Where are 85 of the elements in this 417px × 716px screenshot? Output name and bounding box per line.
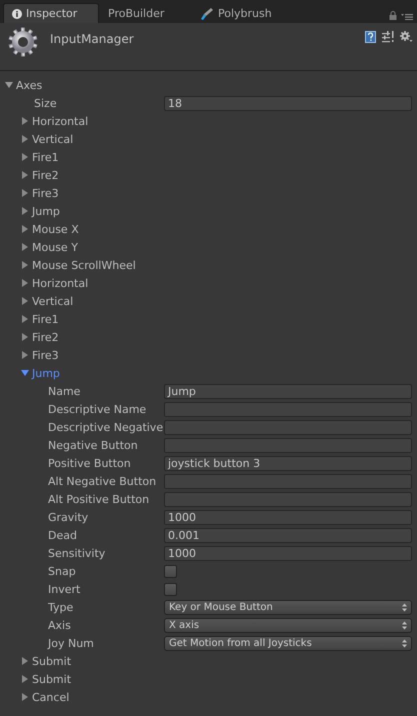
axis-foldout[interactable]: Mouse ScrollWheel	[21, 258, 136, 272]
axis-foldout[interactable]: Horizontal	[21, 114, 88, 128]
text-field[interactable]	[164, 492, 412, 506]
dropdown[interactable]: X axis	[164, 618, 412, 632]
sliders-icon[interactable]	[382, 31, 394, 43]
field-label: Axis	[48, 618, 72, 632]
field-label: Alt Negative Button	[48, 474, 158, 488]
collapsed-arrow-icon	[21, 693, 29, 701]
axis-foldout[interactable]: Submit	[21, 654, 72, 668]
help-icon[interactable]	[365, 31, 376, 43]
collapsed-arrow-icon	[21, 333, 29, 341]
info-icon	[12, 8, 22, 18]
field-label: Snap	[48, 564, 77, 578]
axis-foldout[interactable]: Fire2	[21, 168, 59, 182]
component-title: InputManager	[50, 32, 135, 46]
field-label: Gravity	[48, 510, 90, 524]
field-label: Joy Num	[48, 636, 95, 650]
field-label: Negative Button	[48, 438, 139, 452]
text-field[interactable]	[164, 402, 412, 416]
text-field[interactable]: 1000	[164, 510, 412, 524]
tab[interactable]: ProBuilder	[99, 3, 195, 23]
collapsed-arrow-icon	[21, 171, 29, 179]
gear-icon	[8, 27, 38, 57]
collapsed-arrow-icon	[21, 207, 29, 215]
field-label: Descriptive Negative	[48, 420, 164, 434]
field-label: Descriptive Name	[48, 402, 148, 416]
axis-foldout[interactable]: Horizontal	[21, 276, 88, 290]
field-label: Dead	[48, 528, 78, 542]
collapsed-arrow-icon	[21, 117, 29, 125]
collapsed-arrow-icon	[21, 657, 29, 665]
axis-foldout[interactable]: Vertical	[21, 132, 74, 146]
field-label: Size	[34, 96, 58, 110]
tab[interactable]: Polybrush	[195, 3, 305, 23]
collapsed-arrow-icon	[21, 225, 29, 233]
collapsed-arrow-icon	[21, 279, 29, 287]
checkbox[interactable]	[164, 564, 177, 578]
field-label: Alt Positive Button	[48, 492, 150, 506]
text-field[interactable]	[164, 420, 412, 434]
tab[interactable]: Inspector	[3, 3, 99, 23]
axis-foldout[interactable]: Submit	[21, 672, 72, 686]
axis-foldout[interactable]: Cancel	[21, 690, 70, 704]
field-label: Type	[48, 600, 74, 614]
collapsed-arrow-icon	[21, 675, 29, 683]
field-label: Name	[48, 384, 82, 398]
number-field[interactable]: 18	[164, 96, 412, 110]
collapsed-arrow-icon	[21, 153, 29, 161]
collapsed-arrow-icon	[21, 351, 29, 359]
collapsed-arrow-icon	[21, 243, 29, 251]
text-field[interactable]: Jump	[164, 384, 412, 398]
axis-foldout[interactable]: Mouse X	[21, 222, 79, 236]
text-field[interactable]	[164, 474, 412, 488]
axis-foldout[interactable]: Fire3	[21, 348, 59, 362]
axis-foldout[interactable]: Fire1	[21, 312, 59, 326]
axis-foldout[interactable]: Jump	[21, 204, 60, 218]
field-label: Positive Button	[48, 456, 132, 470]
text-field[interactable]: 1000	[164, 546, 412, 560]
dropdown[interactable]: Key or Mouse Button	[164, 600, 412, 614]
lock-icon[interactable]	[389, 11, 397, 20]
axis-foldout[interactable]: Vertical	[21, 294, 74, 308]
axis-foldout[interactable]: Jump	[21, 366, 60, 380]
text-field[interactable]: 0.001	[164, 528, 412, 542]
axis-foldout[interactable]: Fire2	[21, 330, 59, 344]
up-down-arrows-icon	[402, 638, 407, 648]
collapsed-arrow-icon	[21, 315, 29, 323]
expanded-arrow-icon	[5, 81, 13, 89]
dropdown[interactable]: Get Motion from all Joysticks	[164, 636, 412, 650]
checkbox[interactable]	[164, 582, 177, 596]
text-field[interactable]: joystick button 3	[164, 456, 412, 470]
foldout-header[interactable]: Axes	[5, 78, 42, 92]
menu-icon[interactable]	[401, 12, 413, 20]
axis-foldout[interactable]: Fire3	[21, 186, 59, 200]
field-label: Sensitivity	[48, 546, 106, 560]
up-down-arrows-icon	[402, 620, 407, 630]
brush-icon	[200, 6, 214, 20]
axis-foldout[interactable]: Fire1	[21, 150, 59, 164]
gear-icon[interactable]	[400, 31, 413, 43]
text-field[interactable]	[164, 438, 412, 452]
collapsed-arrow-icon	[21, 297, 29, 305]
axis-foldout[interactable]: Mouse Y	[21, 240, 78, 254]
collapsed-arrow-icon	[21, 261, 29, 269]
collapsed-arrow-icon	[21, 135, 29, 143]
field-label: Invert	[48, 582, 82, 596]
expanded-arrow-icon	[21, 369, 29, 377]
up-down-arrows-icon	[402, 602, 407, 612]
collapsed-arrow-icon	[21, 189, 29, 197]
